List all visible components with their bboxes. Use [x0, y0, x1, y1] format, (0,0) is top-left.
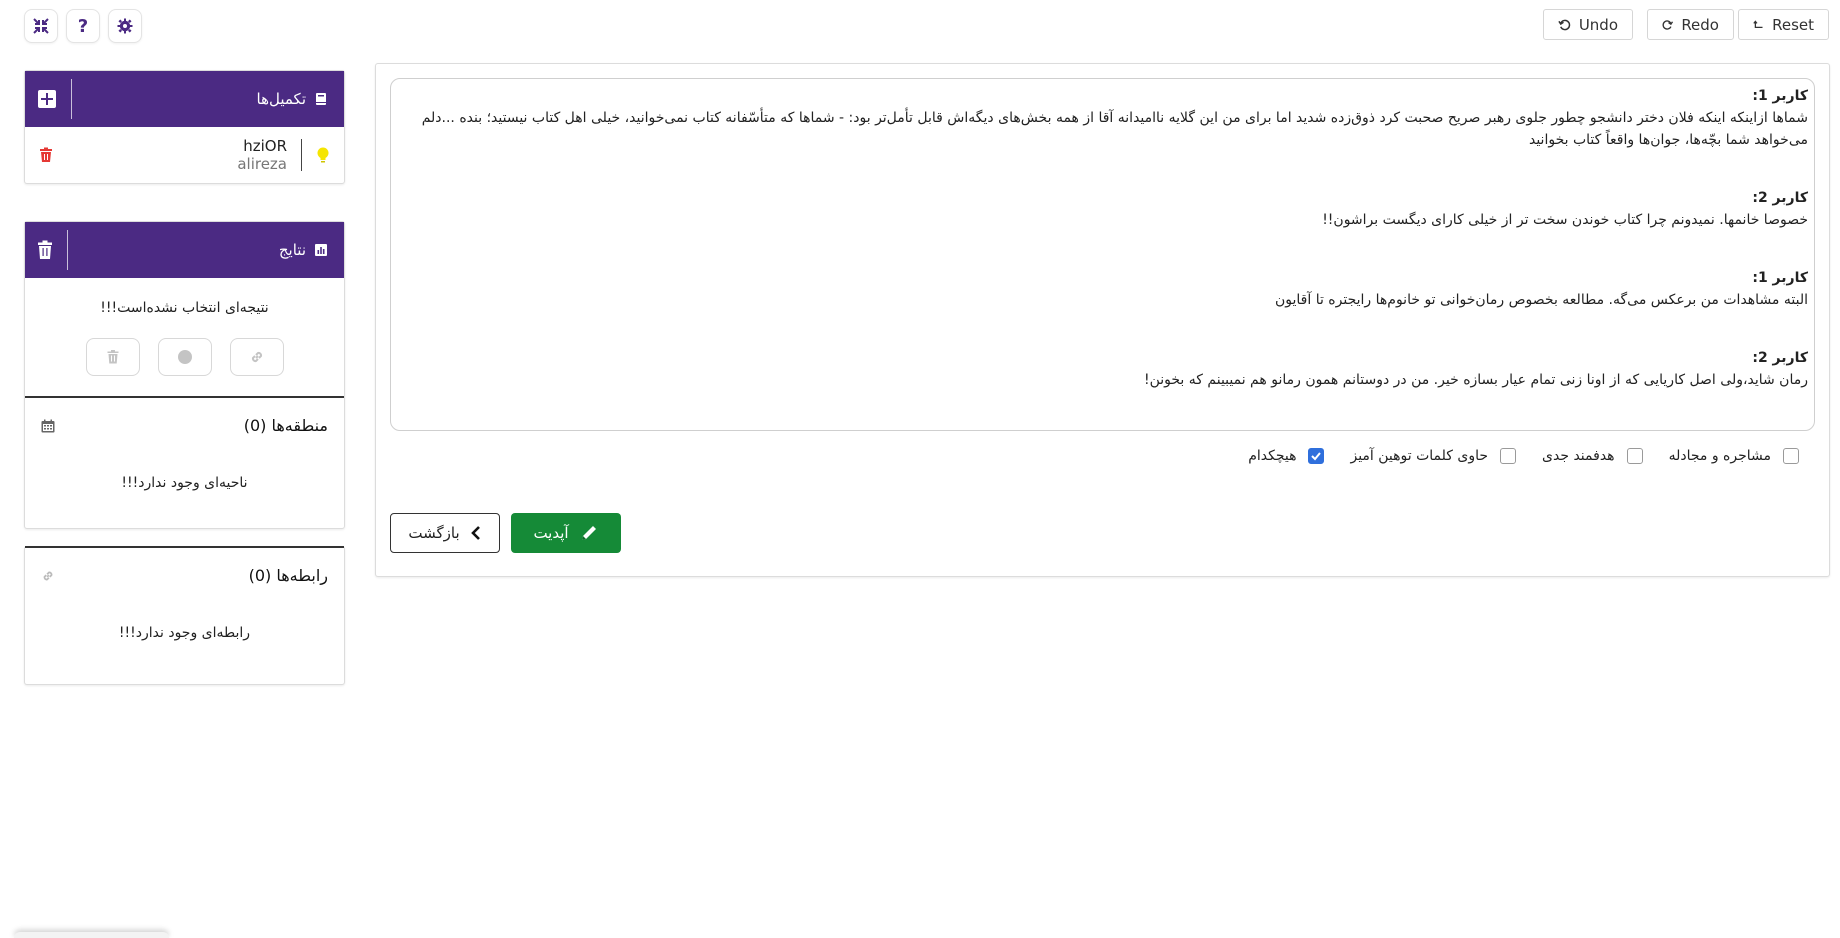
- redo-icon: [1662, 19, 1674, 30]
- clear-results-button[interactable]: [37, 230, 68, 270]
- option-checkbox[interactable]: [1783, 448, 1799, 464]
- chevron-left-icon: [470, 526, 480, 540]
- option-label: مشاجره و مجادله: [1668, 448, 1771, 464]
- bottom-edge: [14, 932, 169, 938]
- check-icon: [1311, 452, 1322, 461]
- speaker-label: کاربر 2:: [1752, 190, 1808, 206]
- conversation-turn: کاربر 1: شماها ازاینکه اینکه فلان دختر د…: [401, 85, 1808, 151]
- option-argument[interactable]: مشاجره و مجادله: [1669, 448, 1799, 464]
- relations-panel: رابطه‌ها (0) رابطه‌ای وجود ندارد!!!: [24, 546, 345, 685]
- settings-button[interactable]: [108, 9, 142, 43]
- add-extension-button[interactable]: [37, 79, 72, 119]
- compress-icon: [33, 18, 49, 34]
- link-result-button[interactable]: [229, 338, 284, 376]
- speaker-label: کاربر 1:: [1752, 270, 1808, 286]
- conversation-turn: کاربر 2: خصوصا خانمها. نمیدونم چرا کتاب …: [401, 187, 1808, 231]
- circle-icon: [177, 350, 192, 364]
- back-button[interactable]: بازگشت: [390, 513, 500, 553]
- book-icon: [316, 93, 326, 105]
- redo-label: Redo: [1681, 15, 1719, 34]
- undo-label: Undo: [1578, 15, 1618, 34]
- link-icon: [251, 351, 262, 363]
- turn-text: البته مشاهدات من برعکس می‌گه. مطالعه بخص…: [1274, 292, 1808, 308]
- conversation-turn: کاربر 1: البته مشاهدات من برعکس می‌گه. م…: [401, 267, 1808, 311]
- relations-section: رابطه‌ها (0) رابطه‌ای وجود ندارد!!!: [25, 546, 344, 677]
- conversation-turn: کاربر 2: رمان شاید،ولی اصل کاریایی که از…: [401, 347, 1808, 391]
- reset-button[interactable]: Reset: [1738, 9, 1829, 40]
- label-options: مشاجره و مجادله هدفمند جدی حاوی کلمات تو…: [1248, 448, 1799, 464]
- relations-header: رابطه‌ها (0): [41, 566, 328, 585]
- option-offensive[interactable]: حاوی کلمات توهین آمیز: [1350, 448, 1517, 464]
- results-header: نتایج: [25, 222, 344, 278]
- plus-square-icon: [38, 90, 56, 108]
- turn-text: شماها ازاینکه اینکه فلان دختر دانشجو چطو…: [421, 110, 1808, 148]
- regions-empty-message: ناحیه‌ای وجود ندارد!!!: [121, 475, 248, 491]
- chart-icon: [315, 244, 327, 256]
- regions-section: منطقه‌ها (0) ناحیه‌ای وجود ندارد!!!: [25, 396, 344, 527]
- reset-label: Reset: [1772, 15, 1814, 34]
- back-label: بازگشت: [408, 524, 460, 542]
- settings-icon: [117, 18, 133, 34]
- trash-icon[interactable]: [39, 147, 53, 163]
- relations-empty-message: رابطه‌ای وجود ندارد!!!: [118, 625, 251, 641]
- option-label: هدفمند جدی: [1542, 448, 1615, 464]
- help-button[interactable]: ?: [66, 9, 100, 43]
- option-checkbox[interactable]: [1308, 448, 1325, 464]
- lightbulb-icon: [317, 147, 329, 163]
- help-icon: ?: [77, 15, 89, 37]
- turn-text: رمان شاید،ولی اصل کاریایی که از اونا زنی…: [1144, 372, 1808, 388]
- trash-icon: [38, 240, 52, 259]
- extension-divider: [301, 139, 302, 171]
- conversation-card: کاربر 1: شماها ازاینکه اینکه فلان دختر د…: [375, 63, 1830, 577]
- link-icon: [43, 571, 53, 580]
- extension-item[interactable]: hziOR alireza: [25, 127, 344, 183]
- results-title-label: نتایج: [278, 241, 306, 259]
- speaker-label: کاربر 2:: [1752, 350, 1808, 366]
- option-label: حاوی کلمات توهین آمیز: [1350, 448, 1489, 464]
- extension-info: hziOR alireza: [237, 137, 330, 173]
- results-actions: [25, 316, 344, 396]
- option-label: هیچکدام: [1248, 448, 1297, 464]
- extensions-title: تکمیل‌ها: [257, 90, 329, 108]
- extension-user: alireza: [237, 155, 287, 173]
- extensions-title-label: تکمیل‌ها: [256, 90, 307, 108]
- option-checkbox[interactable]: [1626, 448, 1643, 464]
- undo-icon: [1558, 19, 1571, 30]
- record-result-button[interactable]: [157, 338, 212, 376]
- extensions-panel: تکمیل‌ها hziOR alireza: [24, 70, 345, 184]
- results-panel: نتایج نتیجه‌ای انتخاب نشده‌است!!! منطقه‌…: [24, 221, 345, 529]
- results-title: نتایج: [279, 241, 328, 259]
- compress-button[interactable]: [24, 9, 58, 43]
- update-label: آپدیت: [533, 524, 569, 542]
- extension-name: hziOR: [243, 137, 287, 155]
- calendar-icon: [41, 419, 55, 432]
- trash-icon: [107, 350, 118, 364]
- option-serious[interactable]: هدفمند جدی: [1542, 448, 1643, 464]
- update-button[interactable]: آپدیت: [511, 513, 621, 553]
- delete-result-button[interactable]: [85, 338, 140, 376]
- option-checkbox[interactable]: [1500, 448, 1517, 464]
- turn-text: خصوصا خانمها. نمیدونم چرا کتاب خوندن سخت…: [1322, 212, 1808, 228]
- option-none[interactable]: هیچکدام: [1248, 448, 1325, 464]
- speaker-label: کاربر 1:: [1752, 88, 1808, 104]
- reset-icon: [1753, 19, 1763, 28]
- regions-header: منطقه‌ها (0): [41, 416, 328, 435]
- results-empty-message: نتیجه‌ای انتخاب نشده‌است!!!: [100, 300, 269, 316]
- pencil-icon: [581, 526, 596, 540]
- redo-button[interactable]: Redo: [1647, 9, 1734, 40]
- undo-button[interactable]: Undo: [1543, 9, 1633, 40]
- regions-title: منطقه‌ها (0): [243, 416, 328, 435]
- conversation-text[interactable]: کاربر 1: شماها ازاینکه اینکه فلان دختر د…: [390, 78, 1815, 431]
- extension-text: hziOR alireza: [237, 137, 287, 173]
- relations-title: رابطه‌ها (0): [248, 566, 328, 585]
- extensions-header: تکمیل‌ها: [25, 71, 344, 127]
